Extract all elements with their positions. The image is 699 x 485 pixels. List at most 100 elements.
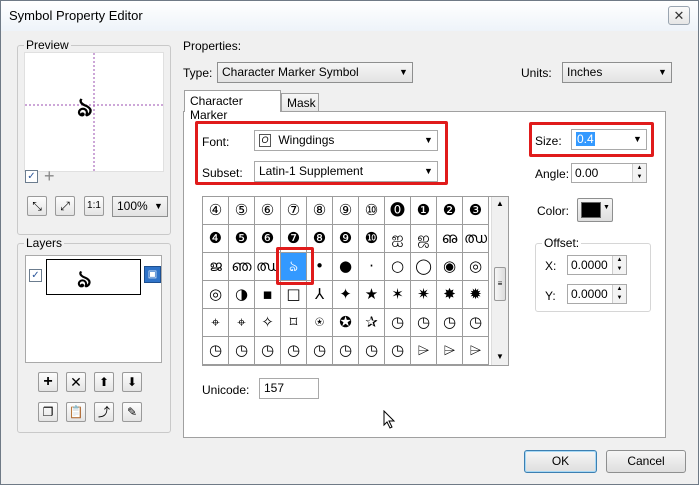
edit-layer-icon[interactable]: ✎ <box>122 402 142 422</box>
paste-layer-icon[interactable]: 📋 <box>66 402 86 422</box>
character-cell[interactable]: ◷ <box>385 337 411 365</box>
character-cell[interactable]: ◷ <box>203 337 229 365</box>
layer-lock-icon[interactable]: ▣ <box>144 266 161 283</box>
spin-arrows-icon[interactable]: ▲ ▼ <box>612 256 626 274</box>
character-cell[interactable]: ✦ <box>333 281 359 309</box>
character-cell[interactable]: ✶ <box>385 281 411 309</box>
character-cell[interactable]: ⑨ <box>333 197 359 225</box>
character-cell[interactable]: ✸ <box>437 281 463 309</box>
character-cell[interactable]: ❸ <box>463 197 489 225</box>
character-cell[interactable]: ◷ <box>437 309 463 337</box>
character-cell[interactable]: ഌ <box>437 225 463 253</box>
zoom-out-icon[interactable]: ⤢ <box>55 196 75 216</box>
close-button[interactable]: ✕ <box>668 6 690 25</box>
character-cell[interactable]: · <box>359 253 385 281</box>
character-cell[interactable]: ○ <box>385 253 411 281</box>
type-select[interactable]: Character Marker Symbol ▼ <box>217 62 413 83</box>
character-cell[interactable]: ◷ <box>333 337 359 365</box>
add-icon[interactable]: + <box>44 166 55 187</box>
character-cell[interactable]: ✹ <box>463 281 489 309</box>
character-cell[interactable]: ⌖ <box>203 309 229 337</box>
layer-visible-checkbox[interactable]: ✓ <box>29 269 42 282</box>
character-cell[interactable]: □ <box>281 281 307 309</box>
character-cell[interactable]: ◑ <box>229 281 255 309</box>
character-cell[interactable]: ▪ <box>255 281 281 309</box>
preview-checkbox[interactable]: ✓ <box>25 170 38 183</box>
tab-character-marker[interactable]: Character Marker <box>184 90 281 122</box>
character-cell[interactable]: ⅄ <box>307 281 333 309</box>
character-cell[interactable]: ⌲ <box>463 337 489 365</box>
character-cell[interactable]: ❺ <box>229 225 255 253</box>
character-cell[interactable]: ✧ <box>255 309 281 337</box>
character-cell[interactable]: ◷ <box>359 337 385 365</box>
character-cell[interactable]: ◉ <box>437 253 463 281</box>
character-cell[interactable]: ⌖ <box>229 309 255 337</box>
character-cell[interactable]: ◷ <box>255 337 281 365</box>
add-layer-button[interactable]: + <box>38 372 58 392</box>
offset-x-spinner[interactable]: 0.0000 ▲ ▼ <box>567 255 627 275</box>
character-cell[interactable]: ഞ <box>229 253 255 281</box>
scroll-down-icon[interactable]: ▼ <box>496 352 504 361</box>
grid-scrollbar[interactable]: ▲ ≡ ▼ <box>491 197 508 365</box>
copy-layer-icon[interactable]: ❐ <box>38 402 58 422</box>
character-cell[interactable]: ⑤ <box>229 197 255 225</box>
character-cell[interactable]: ◷ <box>385 309 411 337</box>
character-cell[interactable]: ജ <box>203 253 229 281</box>
zoom-in-icon[interactable]: ⤡ <box>27 196 47 216</box>
units-select[interactable]: Inches ▼ <box>562 62 672 83</box>
move-up-button[interactable]: ⬆ <box>94 372 114 392</box>
character-cell[interactable]: ❿ <box>359 225 385 253</box>
ok-button[interactable]: OK <box>524 450 597 473</box>
preview-symbol: ঌ <box>77 93 93 123</box>
character-cell[interactable]: ⌑ <box>281 309 307 337</box>
character-cell[interactable]: ✷ <box>411 281 437 309</box>
character-cell[interactable]: ◷ <box>463 309 489 337</box>
character-cell[interactable]: ✰ <box>359 309 385 337</box>
layer-item[interactable]: ঌ <box>46 259 141 295</box>
character-cell[interactable]: ❹ <box>203 225 229 253</box>
layer-symbol: ঌ <box>77 265 92 293</box>
character-cell[interactable]: ஜ <box>411 225 437 253</box>
zoom-select[interactable]: 100% ▼ <box>112 196 168 217</box>
color-button[interactable]: ▼ <box>577 198 613 222</box>
character-cell[interactable]: ⑥ <box>255 197 281 225</box>
character-cell[interactable]: ● <box>333 253 359 281</box>
character-cell[interactable]: ◷ <box>229 337 255 365</box>
spin-arrows-icon[interactable]: ▲ ▼ <box>612 285 626 303</box>
layers-label: Layers <box>24 236 65 250</box>
character-cell[interactable]: ❾ <box>333 225 359 253</box>
offset-y-spinner[interactable]: 0.0000 ▲ ▼ <box>567 284 627 304</box>
move-down-button[interactable]: ⬇ <box>122 372 142 392</box>
character-cell[interactable]: ഝ <box>463 225 489 253</box>
character-cell[interactable]: ❶ <box>411 197 437 225</box>
character-cell[interactable]: ◷ <box>411 309 437 337</box>
character-cell[interactable]: ◎ <box>203 281 229 309</box>
character-cell[interactable]: ⍟ <box>307 309 333 337</box>
character-cell[interactable]: ஐ <box>385 225 411 253</box>
angle-spinner[interactable]: 0.00 ▲ ▼ <box>571 163 647 183</box>
character-cell[interactable]: ⑩ <box>359 197 385 225</box>
character-cell[interactable]: ◎ <box>463 253 489 281</box>
character-cell[interactable]: ◷ <box>307 337 333 365</box>
character-cell[interactable]: ◷ <box>281 337 307 365</box>
actual-size-icon[interactable]: 1:1 <box>84 196 104 216</box>
scroll-up-icon[interactable]: ▲ <box>496 199 504 208</box>
character-cell[interactable]: ⌲ <box>411 337 437 365</box>
unicode-field[interactable]: 157 <box>259 378 319 399</box>
scroll-thumb[interactable]: ≡ <box>494 267 506 301</box>
character-grid[interactable]: ④ ⑤ ⑥ ⑦ ⑧ ⑨ ⑩ ⓿ ❶ ❷ ❸ ❹ ❺ ❻ ❼ ❽ ❾ ❿ ஐ ஜ ഌ ഝ ജ ഞ ഝ ঌ • ● · ○ ◯ ◉ ◎ ◎ ◑ ▪ □ ⅄ ✦ ★… <box>202 196 509 366</box>
character-cell[interactable]: ◯ <box>411 253 437 281</box>
tab-mask[interactable]: Mask <box>281 93 319 112</box>
remove-layer-button[interactable]: ✕ <box>66 372 86 392</box>
character-cell[interactable]: ⑧ <box>307 197 333 225</box>
import-layer-icon[interactable]: ⤴ <box>94 402 114 422</box>
character-cell[interactable]: ❷ <box>437 197 463 225</box>
character-cell[interactable]: ★ <box>359 281 385 309</box>
character-cell[interactable]: ⓿ <box>385 197 411 225</box>
character-cell[interactable]: ⌲ <box>437 337 463 365</box>
character-cell[interactable]: ✪ <box>333 309 359 337</box>
spin-arrows-icon[interactable]: ▲ ▼ <box>632 164 646 182</box>
character-cell[interactable]: ⑦ <box>281 197 307 225</box>
character-cell[interactable]: ④ <box>203 197 229 225</box>
cancel-button[interactable]: Cancel <box>606 450 686 473</box>
